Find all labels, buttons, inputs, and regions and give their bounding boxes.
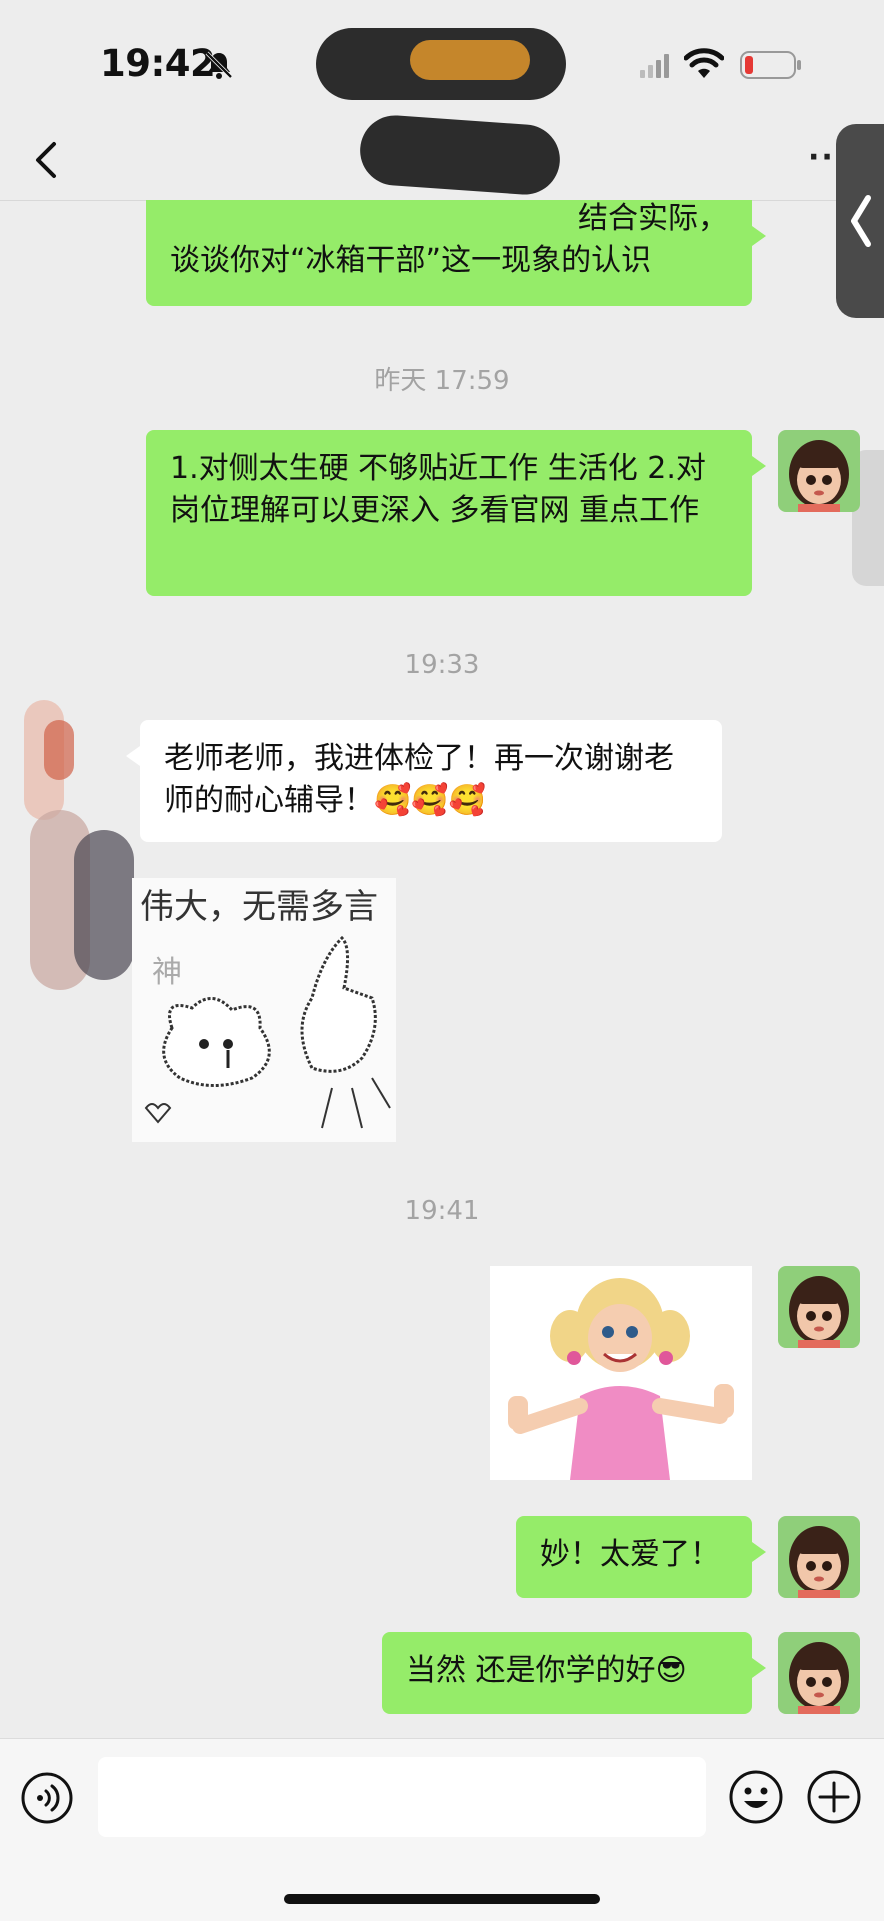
emoji-icon[interactable] [728, 1769, 784, 1825]
battery-low-icon [740, 51, 801, 79]
message-input[interactable] [98, 1757, 706, 1837]
voice-icon[interactable] [20, 1771, 74, 1825]
cellular-signal-icon [640, 54, 669, 78]
message-text: 谈谈你对“冰箱干部”这一现象的认识 [170, 243, 652, 278]
my-avatar[interactable] [778, 1632, 860, 1714]
message-text: 当然 还是你学的好😎 [406, 1653, 687, 1688]
message-text: 妙！太爱了！ [540, 1537, 720, 1572]
message-bubble-sent[interactable]: 当然 还是你学的好😎 [382, 1632, 766, 1714]
crying-cat-thumbs-up-sticker: 伟大，无需多言 神 [132, 878, 396, 1142]
wifi-icon [684, 48, 724, 78]
sticker-message-sent[interactable] [490, 1266, 752, 1480]
sticker-message-received[interactable]: 伟大，无需多言 神 [132, 878, 396, 1142]
message-bubble-sent[interactable]: 1.对侧太生硬 不够贴近工作 生活化 2.对岗位理解可以更深入 多看官网 重点工… [146, 430, 766, 596]
chevron-left-icon[interactable] [28, 136, 64, 184]
my-avatar[interactable] [778, 1516, 860, 1598]
redaction-smear [24, 700, 134, 990]
bell-muted-icon [205, 51, 233, 79]
contact-avatar-redacted[interactable] [24, 680, 134, 990]
status-bar: 19:42 [0, 0, 884, 197]
timestamp: 昨天 17:59 [374, 366, 510, 396]
message-text: 1.对侧太生硬 不够贴近工作 生活化 2.对岗位理解可以更深入 多看官网 重点工… [170, 451, 706, 528]
cartoon-girl-avatar-icon [778, 1516, 860, 1598]
my-avatar[interactable] [778, 430, 860, 512]
status-time: 19:42 [100, 42, 216, 85]
chevron-left-icon [851, 195, 871, 247]
more-button[interactable]: ·· [808, 140, 835, 175]
sticker-caption-small: 神 [152, 955, 182, 990]
my-avatar[interactable] [778, 1266, 860, 1348]
message-bubble-received[interactable]: 老师老师，我进体检了！再一次谢谢老师的耐心辅导！🥰🥰🥰 [126, 720, 722, 842]
cartoon-girl-avatar-icon [778, 430, 860, 512]
timestamp: 19:41 [404, 1196, 480, 1226]
chat-header: ·· [0, 120, 884, 201]
cartoon-girl-thumbs-up-sticker [490, 1266, 752, 1480]
redaction-mark [410, 40, 530, 80]
message-bubble-sent[interactable]: 结合实际， 谈谈你对“冰箱干部”这一现象的认识 [146, 200, 766, 306]
message-bubble-sent[interactable]: 妙！太爱了！ [516, 1516, 766, 1598]
cartoon-girl-avatar-icon [778, 1266, 860, 1348]
cartoon-girl-avatar-icon [778, 1632, 860, 1714]
home-indicator[interactable] [284, 1894, 600, 1904]
sticker-caption: 伟大，无需多言 [140, 887, 378, 927]
side-panel-handle[interactable] [836, 124, 884, 318]
message-text-partial: 结合实际， [578, 201, 728, 236]
message-text: 老师老师，我进体检了！再一次谢谢老师的耐心辅导！🥰🥰🥰 [164, 741, 674, 818]
plus-icon[interactable] [806, 1769, 862, 1825]
timestamp: 19:33 [404, 650, 480, 680]
